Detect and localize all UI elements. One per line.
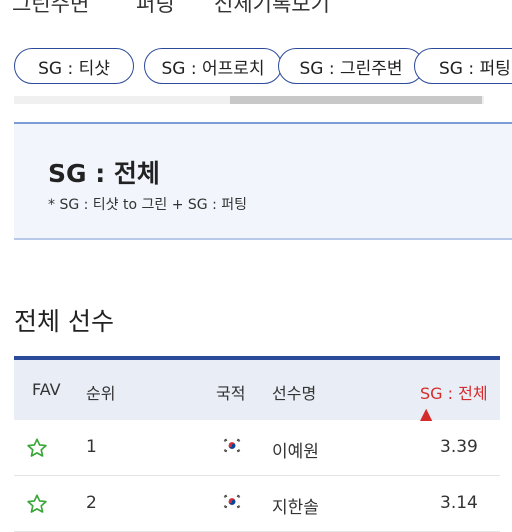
star-outline-icon[interactable] xyxy=(26,437,48,459)
section-title: 전체 선수 xyxy=(14,307,114,336)
top-tab-bar: 그린주변 퍼팅 전체기록보기 xyxy=(0,0,512,20)
tab-all-records[interactable]: 전체기록보기 xyxy=(214,0,330,18)
tab-putting[interactable]: 퍼팅 xyxy=(136,0,175,18)
stat-value-cell: 3.39 xyxy=(440,437,478,457)
player-name-cell[interactable]: 이예원 xyxy=(272,437,319,462)
chip-sg-approach[interactable]: SG : 어프로치 xyxy=(144,48,282,84)
player-name-cell[interactable]: 지한솔 xyxy=(272,493,319,518)
table-row[interactable]: 2 지한솔 3.14 xyxy=(14,476,500,532)
chip-sg-tee-shot[interactable]: SG : 티샷 xyxy=(14,48,134,84)
chip-sg-putting[interactable]: SG : 퍼팅 xyxy=(414,48,512,84)
korea-flag-icon xyxy=(222,438,242,453)
table-row[interactable]: 1 이예원 3.39 xyxy=(14,420,500,476)
korea-flag-icon xyxy=(222,494,242,509)
chip-scrollbar-thumb[interactable] xyxy=(230,96,482,104)
rank-cell: 1 xyxy=(86,437,97,457)
stat-info-box: SG : 전체 * SG : 티샷 to 그린 + SG : 퍼팅 xyxy=(14,122,512,240)
header-rank: 순위 xyxy=(86,384,116,403)
table-header: FAV 순위 국적 선수명 SG : 전체 ▲ xyxy=(14,356,500,423)
stat-value-cell: 3.14 xyxy=(440,493,478,513)
header-nation: 국적 xyxy=(216,384,246,403)
stat-note: * SG : 티샷 to 그린 + SG : 퍼팅 xyxy=(48,197,248,213)
tab-around-green[interactable]: 그린주변 xyxy=(12,0,89,18)
chip-sg-around-green[interactable]: SG : 그린주변 xyxy=(278,48,424,84)
header-stat-sort[interactable]: SG : 전체 ▲ xyxy=(420,380,500,423)
rank-cell: 2 xyxy=(86,493,97,513)
header-player: 선수명 xyxy=(272,384,317,403)
header-fav: FAV xyxy=(32,380,61,399)
chip-scrollbar[interactable] xyxy=(14,96,484,104)
stat-title: SG : 전체 xyxy=(48,159,160,188)
